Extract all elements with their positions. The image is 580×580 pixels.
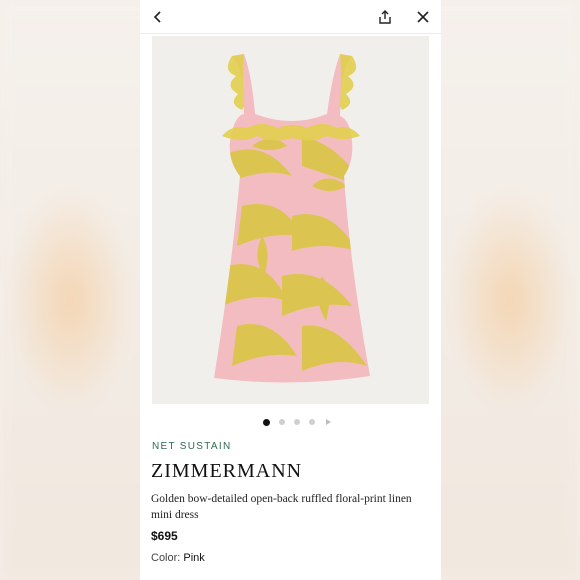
share-icon <box>379 10 391 24</box>
product-image[interactable] <box>152 36 429 404</box>
gallery-dot-1[interactable] <box>262 418 270 426</box>
gallery-pagination <box>140 416 441 428</box>
gallery-next-icon[interactable] <box>325 419 331 425</box>
gallery-dot-3[interactable] <box>293 419 300 425</box>
product-price: $695 <box>151 529 178 543</box>
product-screen: NET SUSTAIN ZIMMERMANN Golden bow-detail… <box>140 0 441 580</box>
chevron-left-icon <box>153 11 161 23</box>
color-label: Color: <box>151 552 181 564</box>
share-button[interactable] <box>373 5 397 29</box>
color-value: Pink <box>183 552 205 564</box>
product-description: Golden bow-detailed open-back ruffled fl… <box>151 493 412 521</box>
top-bar <box>140 0 441 34</box>
close-button[interactable] <box>411 5 435 29</box>
sustain-tag[interactable]: NET SUSTAIN <box>152 441 232 452</box>
gallery-dot-2[interactable] <box>278 419 285 425</box>
back-button[interactable] <box>146 5 170 29</box>
gallery-dot-4[interactable] <box>308 419 315 425</box>
color-info: Color: Pink <box>151 552 205 564</box>
close-icon <box>417 11 429 23</box>
brand-name[interactable]: ZIMMERMANN <box>151 460 302 483</box>
dress-illustration <box>152 36 429 404</box>
